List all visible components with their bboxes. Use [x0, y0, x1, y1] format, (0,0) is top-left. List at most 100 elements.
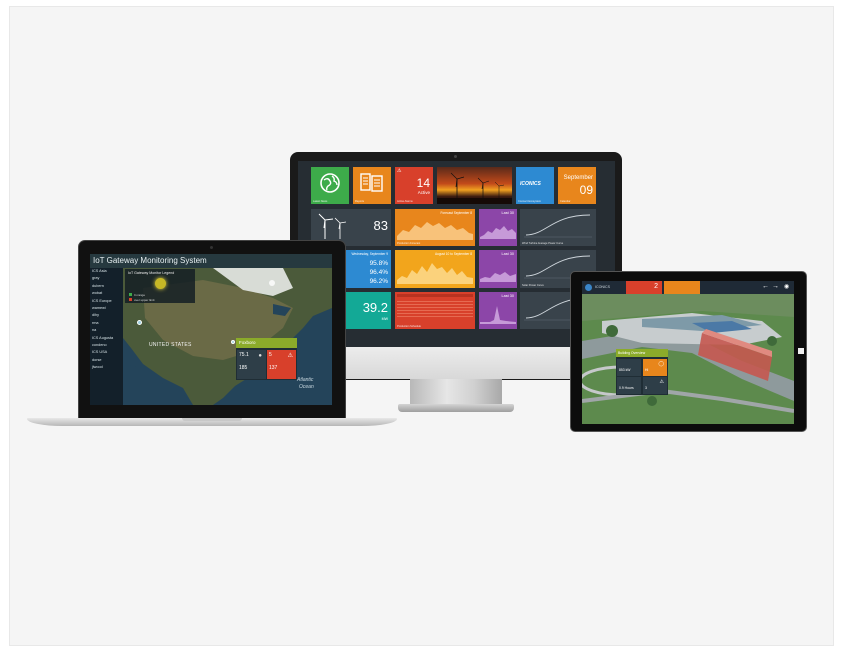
- map-label-ocean: Atlantic: [297, 377, 314, 383]
- tablet-header-title: ICONICS: [595, 285, 610, 289]
- alarms-unit: Active: [417, 190, 430, 195]
- popup-metric-value: 5: [269, 352, 272, 358]
- legend-item: over upper limit: [129, 298, 155, 302]
- sidebar-item[interactable]: wobat: [90, 290, 123, 297]
- alert-count: 2: [654, 283, 658, 290]
- sidebar-item[interactable]: gray: [90, 275, 123, 282]
- schedule-table-header: [397, 294, 473, 297]
- monitor-camera: [454, 155, 457, 158]
- iconics-logo-small: [585, 284, 592, 291]
- legend-title: IoT Gateway Monitor Legend: [128, 271, 175, 275]
- calendar-tile[interactable]: September 09 Calendar: [558, 167, 596, 204]
- power-curve-tile-1[interactable]: Wind Turbine Average Power Curve: [520, 209, 596, 246]
- legend-swatch-red: [129, 298, 132, 301]
- forward-arrow-icon[interactable]: →: [772, 283, 779, 290]
- power-curve-chart: [524, 214, 592, 238]
- power-curve-caption-2: Solar Power Curve: [522, 284, 544, 287]
- weekday-row-value: 96.4%: [369, 269, 388, 276]
- sidebar-item[interactable]: ICS Asia: [90, 268, 123, 275]
- sidebar-item[interactable]: ICS Augusta: [90, 335, 123, 342]
- news-tile[interactable]: Latest News: [311, 167, 349, 204]
- sidebar-item[interactable]: condeno: [90, 342, 123, 349]
- hourly-area-chart: [397, 263, 473, 284]
- iconics-caption: Connect Ecosystem: [518, 200, 542, 203]
- sidebar-item[interactable]: dihy: [90, 312, 123, 319]
- map-marker[interactable]: [231, 340, 235, 344]
- building-popup[interactable]: Building Overview 853 kW Hi ◯ 0.9 Hours …: [616, 349, 668, 395]
- sidebar-item[interactable]: rma: [90, 320, 123, 327]
- map-legend: IoT Gateway Monitor Legend In range over…: [125, 269, 195, 303]
- trend-area-chart: [480, 272, 516, 282]
- building-metric-tile: 853 kW: [617, 359, 641, 376]
- wind-turbine-silhouettes: [437, 172, 512, 204]
- schedule-table-rows: [397, 299, 473, 319]
- schedule-table-caption: Production Schedule: [397, 325, 421, 328]
- popup-alarm-tile: 5 137 ⚠: [267, 350, 296, 379]
- tablet-3d-facility-view[interactable]: ICONICS 2 ← → ◉ Building Overview 853 kW…: [582, 281, 794, 424]
- spike-area-chart: [480, 306, 516, 324]
- windows-logo-icon[interactable]: [798, 348, 804, 354]
- last30-label-3: Last 30: [501, 294, 514, 298]
- forecast-area-chart: [397, 222, 473, 240]
- sidebar-item[interactable]: dubern: [90, 283, 123, 290]
- sidebar-item[interactable]: na: [90, 327, 123, 334]
- map-marker[interactable]: [269, 280, 275, 286]
- power-output-value: 39.2: [362, 300, 388, 315]
- building-metric-value: 3: [645, 386, 647, 390]
- weekday-title: Wednesday, September 9: [351, 252, 388, 256]
- map-marker[interactable]: [137, 320, 142, 325]
- map-label-usa: UNITED STATES: [149, 342, 192, 348]
- iconics-logo: ICONICS: [520, 181, 541, 187]
- last30-label-2: Last 30: [501, 252, 514, 256]
- wind-farm-sunset-photo: [437, 167, 512, 204]
- last30-tile-1[interactable]: Last 30: [479, 209, 517, 246]
- alarms-tile[interactable]: ⚠ 14 Active Active Alarms: [395, 167, 433, 204]
- building-popup-header: Building Overview: [616, 349, 668, 357]
- forecast-title: Forecast September 8: [440, 211, 472, 215]
- sidebar-item[interactable]: ICS Europe: [90, 298, 123, 305]
- calendar-month: September: [563, 175, 593, 181]
- tablet-header-bar: ICONICS 2 ← → ◉: [582, 281, 794, 294]
- satellite-map[interactable]: IoT Gateway Monitor Legend In range over…: [123, 268, 332, 405]
- reports-tile[interactable]: Reports: [353, 167, 391, 204]
- site-popup-header: Foxboro: [236, 338, 297, 348]
- site-popup[interactable]: Foxboro 75.1 185 ● 5 137 ⚠: [236, 338, 297, 380]
- sidebar-item[interactable]: dorse: [90, 357, 123, 364]
- popup-metric-value: 75.1: [239, 352, 249, 358]
- forecast-caption: Production Forecast: [397, 242, 421, 245]
- weekday-row-value: 95.8%: [369, 260, 388, 267]
- sidebar-item[interactable]: jlwood: [90, 364, 123, 371]
- hourly-title: August 10 to September 8: [434, 252, 472, 256]
- laptop-camera: [210, 246, 213, 249]
- back-arrow-icon[interactable]: ←: [762, 283, 769, 290]
- building-metric-value: Hi: [645, 368, 649, 372]
- building-metric-tile: 3 ⚠: [643, 377, 667, 394]
- trend-area-chart: [480, 226, 516, 239]
- sidebar-item[interactable]: ICS USA: [90, 349, 123, 356]
- forecast-chart-tile[interactable]: Forecast September 8 Production Forecast: [395, 209, 475, 246]
- lightbulb-icon: ◯: [658, 361, 664, 367]
- last30-tile-2[interactable]: Last 30: [479, 250, 517, 288]
- tablet-status-badge[interactable]: [664, 281, 700, 294]
- alarms-value: 14: [416, 176, 430, 190]
- sidebar-item[interactable]: wamewi: [90, 305, 123, 312]
- last30-tile-3[interactable]: Last 30: [479, 292, 517, 329]
- document-icon: [360, 173, 383, 192]
- power-output-unit: MW: [381, 317, 388, 321]
- weekday-row-value: 96.2%: [369, 278, 388, 285]
- building-metric-value: 0.9 Hours: [619, 386, 634, 390]
- site-popup-title: Foxboro: [239, 340, 256, 345]
- legend-label: In range: [134, 293, 146, 297]
- alarm-icon: ⚠: [397, 168, 402, 174]
- tablet-alert-badge[interactable]: 2: [626, 281, 662, 294]
- warning-icon: ⚠: [287, 353, 293, 359]
- monitor-stand-neck: [410, 379, 502, 407]
- iconics-tile[interactable]: ICONICS Connect Ecosystem: [516, 167, 554, 204]
- eye-icon[interactable]: ◉: [784, 283, 789, 290]
- news-caption: Latest News: [313, 200, 328, 203]
- hourly-chart-tile[interactable]: August 10 to September 8: [395, 250, 475, 288]
- warning-icon: ⚠: [659, 379, 664, 385]
- legend-gauge-icon: [155, 278, 166, 289]
- schedule-table-tile[interactable]: Production Schedule: [395, 292, 475, 329]
- calendar-day: 09: [579, 183, 593, 197]
